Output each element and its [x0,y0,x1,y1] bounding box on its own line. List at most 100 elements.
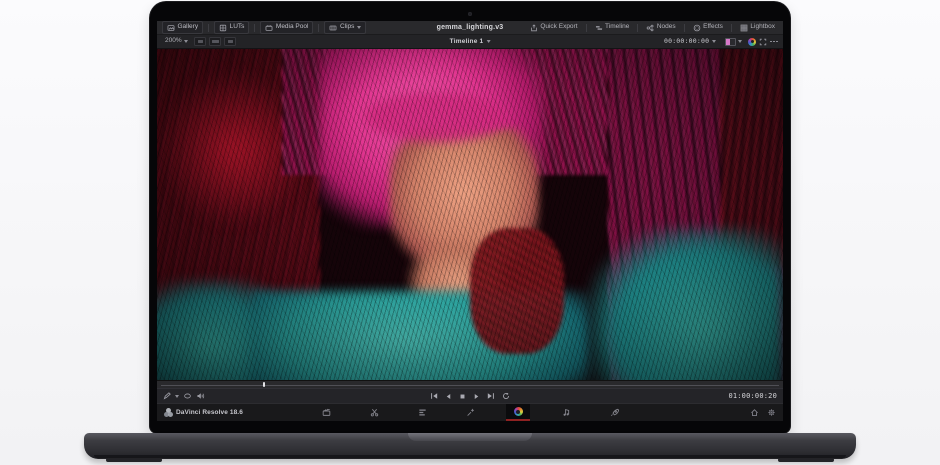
home-icon [750,408,759,417]
app-version-label: DaVinci Resolve 18.6 [176,409,243,416]
timeline-scrubber[interactable] [157,380,783,388]
divider [637,24,638,32]
stop-button[interactable] [459,393,466,400]
lid-lift-notch [408,433,532,441]
edit-page-icon [418,408,427,417]
nodes-icon [646,24,654,32]
davinci-resolve-window: Gallery LUTs Media Pool [157,21,783,421]
go-to-first-frame-button[interactable] [430,392,438,400]
chevron-down-icon [486,40,490,43]
source-timecode-select[interactable]: 00:00:00:00 [661,37,719,47]
timeline-panel-button[interactable]: Timeline [592,22,633,33]
laptop-foot-left [106,458,162,462]
media-pool-label: Media Pool [276,24,309,31]
viewer-wipe-toggle[interactable] [209,37,221,46]
divider [586,24,587,32]
image-wipe-icon [725,38,736,46]
laptop-lid: Gallery LUTs Media Pool [150,2,790,433]
power-window-button[interactable] [183,392,192,400]
timeline-icon [595,24,603,32]
chevron-down-icon [175,395,179,398]
step-back-icon [445,393,452,400]
loop-icon [502,392,510,400]
speaker-icon [196,392,205,400]
laptop-foot-right [778,458,834,462]
page-tab-media[interactable] [314,404,338,421]
color-boost-button[interactable] [748,38,756,46]
chevron-down-icon [184,40,188,43]
davinci-resolve-logo [164,408,173,417]
split-glyph [198,40,203,44]
transport-controls [430,392,510,400]
playhead-timecode: 01:00:00:20 [728,392,777,400]
timeline-selector[interactable]: Timeline 1 [450,38,491,45]
toolbar-right-group: Quick Export Timeline Nodes [527,22,778,33]
page-tab-color[interactable] [506,404,530,421]
deliver-page-icon [610,408,619,417]
base-bottom-edge [94,455,846,458]
divider [684,24,685,32]
grade-tool-button[interactable] [163,392,171,400]
project-title: gemma_lighting.v3 [437,24,504,31]
toolbar-left-group: Gallery LUTs Media Pool [162,21,366,34]
source-timecode-value: 00:00:00:00 [664,38,709,45]
expand-icon [759,38,767,46]
ellipsis-icon [770,41,778,43]
expand-viewer-button[interactable] [759,38,767,46]
project-manager-button[interactable] [750,408,759,417]
project-settings-button[interactable] [767,408,776,417]
wipe-glyph [212,40,219,44]
step-back-button[interactable] [445,393,452,400]
luts-label: LUTs [230,24,245,31]
page-tab-fairlight[interactable] [554,404,578,421]
clips-icon [329,24,337,32]
mute-button[interactable] [196,392,205,400]
play-button[interactable] [473,393,480,400]
highlight-glyph [228,40,233,44]
color-page-icon [514,407,523,416]
nodes-label: Nodes [657,24,676,31]
top-toolbar: Gallery LUTs Media Pool [157,21,783,35]
luts-button[interactable]: LUTs [214,21,249,34]
go-to-last-frame-button[interactable] [487,392,495,400]
transport-bar: 01:00:00:20 [157,388,783,403]
lightbox-label: Lightbox [750,24,775,31]
media-pool-button[interactable]: Media Pool [260,21,313,34]
quick-export-label: Quick Export [540,24,577,31]
viewer-image [157,49,783,380]
laptop-base [84,433,856,459]
effects-label: Effects [703,24,723,31]
viewer-split-toggle[interactable] [194,37,206,46]
quick-export-button[interactable]: Quick Export [527,22,581,33]
gallery-button[interactable]: Gallery [162,21,203,34]
quick-export-icon [530,24,538,32]
page-tab-edit[interactable] [410,404,434,421]
gallery-label: Gallery [178,24,199,31]
page-tab-fusion[interactable] [458,404,482,421]
media-pool-icon [265,24,273,32]
page-tab-deliver[interactable] [602,404,626,421]
loop-button[interactable] [502,392,510,400]
effects-button[interactable]: Effects [690,22,726,33]
viewer-highlight-toggle[interactable] [224,37,236,46]
webcam-dot [468,12,472,16]
app-branding: DaVinci Resolve 18.6 [164,408,243,417]
viewer-options-button[interactable] [770,41,778,43]
skip-start-icon [430,392,438,400]
gear-icon [767,408,776,417]
gallery-still-select[interactable] [722,36,746,47]
chevron-down-icon [712,40,716,43]
chevron-down-icon [738,40,742,43]
viewer-zoom-select[interactable]: 200% [162,37,191,47]
lightbox-button[interactable]: Lightbox [737,22,778,33]
effects-icon [693,24,701,32]
page-tab-cut[interactable] [362,404,386,421]
page-bar: DaVinci Resolve 18.6 [157,403,783,421]
nodes-button[interactable]: Nodes [643,22,678,33]
ellipse-tool-icon [183,392,192,400]
scrubber-track [161,385,779,386]
stop-icon [459,393,466,400]
clips-button[interactable]: Clips [324,21,365,34]
divider [318,24,319,32]
timeline-panel-label: Timeline [605,24,629,31]
